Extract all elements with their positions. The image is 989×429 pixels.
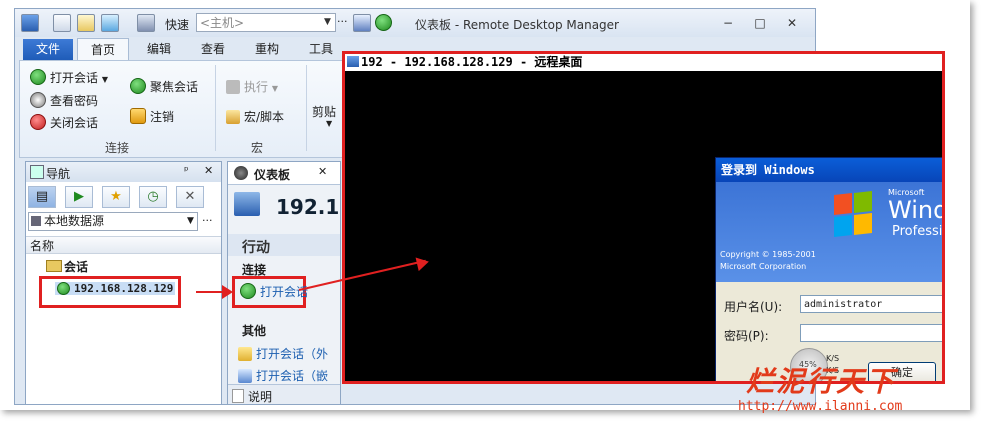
new-icon[interactable] (53, 14, 71, 32)
more-button[interactable]: ··· (202, 214, 213, 227)
close-icon[interactable]: ✕ (204, 164, 213, 177)
brand-text: Windo (888, 196, 942, 224)
play-icon[interactable] (375, 14, 393, 32)
refresh-icon[interactable] (101, 14, 119, 32)
chevron-down-icon: ▼ (187, 216, 194, 226)
play-icon (57, 282, 70, 295)
username-input[interactable]: administrator (800, 295, 942, 313)
tools-tab-icon[interactable]: ✕ (176, 186, 204, 208)
computer-icon (234, 192, 260, 216)
ribbon-separator (306, 65, 307, 151)
database-tab-icon[interactable]: ▤ (28, 186, 56, 208)
chevron-down-icon[interactable]: ▼ (326, 119, 332, 128)
history-tab-icon[interactable]: ◷ (139, 186, 167, 208)
dashboard-tab[interactable]: 仪表板 ✕ (228, 162, 340, 185)
open-session-button[interactable]: 打开会话 ▼ (30, 69, 108, 86)
tab-edit[interactable]: 编辑 (137, 39, 181, 60)
star-tab-icon[interactable]: ★ (102, 186, 130, 208)
open-embedded-link[interactable]: 打开会话（嵌 (238, 367, 328, 384)
open-session-link[interactable]: 打开会话 (232, 276, 308, 308)
folder-icon (46, 260, 62, 272)
eye-icon (30, 92, 46, 108)
window-icon (238, 347, 252, 361)
navigation-panel: 导航 ᵖ ✕ ▤ ▶ ★ ◷ ✕ 本地数据源 ▼ ··· 名称 会话 192.1… (25, 161, 222, 404)
remote-desktop-window[interactable]: 192 - 192.168.128.129 - 远程桌面 登录到 Windows… (342, 51, 945, 384)
column-header-name[interactable]: 名称 (26, 236, 221, 254)
close-icon[interactable]: ✕ (318, 165, 327, 178)
monitor-icon[interactable] (137, 14, 155, 32)
script-icon (226, 110, 240, 124)
logout-button[interactable]: 注销 (130, 108, 174, 125)
edition-text: Professio (892, 224, 945, 239)
password-label: 密码(P): (724, 329, 769, 343)
rdp-icon (347, 56, 359, 67)
view-password-button[interactable]: 查看密码 (30, 92, 98, 109)
password-input[interactable] (800, 324, 942, 342)
window-title: 仪表板 - Remote Desktop Manager (415, 18, 619, 32)
play-tab-icon[interactable]: ▶ (65, 186, 93, 208)
watermark-logo: 烂泥行天下 (746, 365, 897, 398)
description-section[interactable]: 说明 (228, 384, 340, 404)
login-title: 登录到 Windows (716, 158, 942, 182)
tree-entry[interactable]: 192.168.128.129 (39, 276, 181, 308)
entry-label: 192.168.128.129 (74, 282, 174, 295)
play-icon (30, 69, 46, 85)
copyright-line1: Copyright © 1985-2001 (720, 250, 816, 259)
watermark-url: http://www.ilanni.com (738, 399, 903, 414)
ribbon-separator (215, 65, 216, 151)
title-bar: 快速 <主机> ▼ ··· 仪表板 - Remote Desktop Manag… (15, 9, 815, 37)
close-button[interactable]: ✕ (779, 13, 805, 33)
pin-icon[interactable]: ᵖ (184, 164, 189, 177)
xp-banner: Microsoft Windo Professio Copyright © 19… (716, 182, 945, 282)
arrowhead-icon (222, 285, 233, 299)
more-button[interactable]: ··· (337, 15, 348, 28)
other-heading: 其他 (242, 324, 267, 338)
tab-tools[interactable]: 工具 (299, 39, 343, 60)
tab-view[interactable]: 查看 (191, 39, 235, 60)
quick-connect-label: 快速 (165, 18, 190, 32)
nav-icon (30, 165, 44, 179)
key-icon (130, 108, 146, 124)
group-macro-label: 宏 (251, 141, 264, 155)
stop-icon (30, 114, 46, 130)
connect-icon[interactable] (353, 14, 371, 32)
tab-home[interactable]: 首页 (77, 38, 129, 62)
host-title: 192.1 (276, 195, 340, 219)
open-external-link[interactable]: 打开会话（外 (238, 345, 328, 362)
nav-title: 导航 (46, 167, 71, 181)
clipboard-button[interactable]: 剪贴 (312, 103, 336, 120)
close-session-button[interactable]: 关闭会话 (30, 114, 98, 131)
dashboard-icon (234, 166, 248, 180)
macro-button[interactable]: 宏/脚本 (226, 108, 284, 125)
app-icon[interactable] (21, 14, 39, 32)
execute-icon (226, 80, 240, 94)
rdp-title-bar: 192 - 192.168.128.129 - 远程桌面 (345, 54, 942, 71)
minimize-button[interactable]: − (715, 13, 741, 33)
windows-login-dialog: 登录到 Windows Microsoft Windo Professio Co… (715, 157, 945, 381)
focus-session-button[interactable]: 聚焦会话 (130, 78, 198, 95)
chevron-down-icon[interactable]: ▼ (320, 14, 335, 31)
play-icon (240, 283, 256, 299)
action-heading: 行动 (242, 240, 270, 256)
datasource-select[interactable]: 本地数据源 ▼ (28, 212, 198, 231)
play-icon (130, 78, 146, 94)
host-input[interactable]: <主机> (196, 13, 336, 32)
tab-file[interactable]: 文件 (23, 39, 73, 60)
tab-rename[interactable]: 重构 (245, 39, 289, 60)
window-icon (238, 369, 252, 383)
execute-button[interactable]: 执行 ▼ (226, 78, 278, 95)
nav-header: 导航 ᵖ ✕ (26, 162, 221, 182)
database-icon (31, 216, 41, 226)
copyright-line2: Microsoft Corporation (720, 262, 807, 271)
group-connect-label: 连接 (105, 141, 130, 155)
tree-group[interactable]: 会话 (46, 258, 88, 275)
document-icon (232, 389, 244, 403)
windows-flag-icon (834, 191, 874, 238)
username-label: 用户名(U): (724, 300, 783, 314)
edit-icon[interactable] (77, 14, 95, 32)
maximize-button[interactable]: □ (747, 13, 773, 33)
